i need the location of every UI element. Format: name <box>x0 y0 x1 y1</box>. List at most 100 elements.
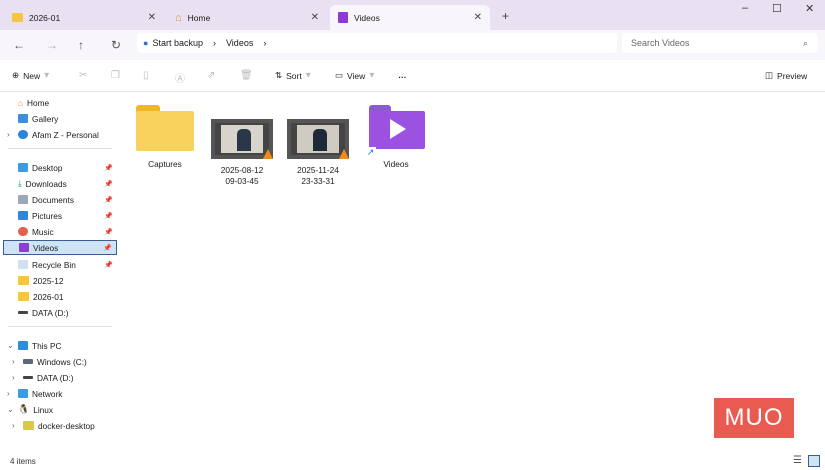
sidebar-item-downloads[interactable]: ⤓ Downloads 📌 <box>3 176 117 191</box>
folder-icon <box>136 103 194 153</box>
sidebar-item-this-pc[interactable]: ⌄ This PC <box>3 338 117 353</box>
up-button[interactable]: ↑ <box>78 38 84 52</box>
file-name: 2025-08-12 09-03-45 <box>220 165 264 186</box>
folder-icon <box>23 421 34 430</box>
label: Linux <box>33 404 54 415</box>
pin-icon: 📌 <box>103 244 112 252</box>
label: Network <box>32 388 63 399</box>
chevron-right-icon[interactable]: › <box>7 130 10 139</box>
sidebar-item-onedrive[interactable]: › Afam Z - Personal <box>3 127 117 142</box>
paste-icon[interactable]: ▯ <box>143 70 149 81</box>
back-button[interactable]: ← <box>13 38 25 52</box>
file-name: 2025-11-24 23-33-31 <box>297 165 339 186</box>
refresh-button[interactable]: ↻ <box>111 38 121 52</box>
chevron-right-icon[interactable]: › <box>263 38 266 48</box>
folder-icon <box>12 13 23 22</box>
sidebar-item-desktop[interactable]: Desktop 📌 <box>3 160 117 175</box>
more-options-button[interactable]: … <box>398 70 407 80</box>
new-tab-button[interactable]: + <box>502 9 509 23</box>
desktop-icon <box>18 163 28 172</box>
sidebar-item-recycle-bin[interactable]: Recycle Bin 📌 <box>3 257 117 272</box>
label: Windows (C:) <box>37 356 87 367</box>
start-backup-link[interactable]: Start backup <box>152 38 203 48</box>
preview-label: Preview <box>777 70 808 81</box>
label: Pictures <box>32 210 62 221</box>
chevron-down-icon[interactable]: ⌄ <box>7 341 14 350</box>
video-thumbnail <box>211 119 273 159</box>
maximize-button[interactable]: ☐ <box>772 2 782 15</box>
close-window-button[interactable]: ✕ <box>805 2 814 15</box>
chevron-right-icon[interactable]: › <box>12 373 15 382</box>
sidebar-item-data-d[interactable]: DATA (D:) <box>3 305 117 320</box>
plus-circle-icon: ⊕ <box>12 70 20 80</box>
sidebar-item-docker-desktop[interactable]: › docker-desktop <box>3 418 117 433</box>
view-label: View <box>347 70 366 81</box>
forward-button[interactable]: → <box>46 38 58 52</box>
file-item-video-2[interactable]: 2025-11-24 23-33-31 <box>283 103 353 187</box>
rename-icon[interactable]: Ⓐ <box>175 70 185 85</box>
linux-icon: 🐧 <box>18 404 30 414</box>
sidebar-item-music[interactable]: Music 📌 <box>3 224 117 239</box>
sidebar-item-home[interactable]: ⌂ Home <box>3 95 117 110</box>
chevron-down-icon[interactable]: ⌄ <box>7 405 14 414</box>
pin-icon: 📌 <box>104 228 113 236</box>
cut-icon[interactable]: ✂ <box>79 70 87 81</box>
tiles-view-button[interactable] <box>808 455 820 467</box>
pin-icon: 📌 <box>104 180 113 188</box>
sidebar-item-network[interactable]: › Network <box>3 386 117 401</box>
pin-icon: 📌 <box>104 196 113 204</box>
label: Gallery <box>32 113 59 124</box>
minimize-button[interactable]: – <box>742 2 748 14</box>
chevron-right-icon[interactable]: › <box>12 357 15 366</box>
new-button[interactable]: ⊕ New ▾ <box>12 70 49 81</box>
delete-icon[interactable]: 🗑 <box>240 70 253 81</box>
sidebar-item-2026-01[interactable]: 2026-01 <box>3 289 117 304</box>
command-bar: ⊕ New ▾ ✂ ❐ ▯ Ⓐ ⇗ 🗑 ⇅ Sort ▾ ▭ View ▾ … ◫ Previ… <box>0 60 825 92</box>
breadcrumb[interactable]: ● Start backup › Videos › <box>137 33 617 53</box>
close-tab-icon[interactable]: ✕ <box>311 12 319 23</box>
tab-home[interactable]: ⌂ Home ✕ <box>167 5 327 30</box>
file-item-video-1[interactable]: 2025-08-12 09-03-45 <box>207 103 277 187</box>
chevron-right-icon[interactable]: › <box>12 421 15 430</box>
label: This PC <box>32 340 62 351</box>
shortcut-arrow-icon: ↗ <box>365 147 376 158</box>
details-view-button[interactable]: ☰ <box>793 455 802 466</box>
sidebar-item-documents[interactable]: Documents 📌 <box>3 192 117 207</box>
file-item-videos-shortcut[interactable]: ↗ Videos <box>361 103 431 170</box>
sort-icon: ⇅ <box>275 70 283 80</box>
tab-label: Videos <box>354 12 380 23</box>
search-placeholder: Search Videos <box>631 38 690 48</box>
label: Afam Z - Personal <box>32 129 99 140</box>
videos-icon <box>338 12 348 23</box>
sort-button[interactable]: ⇅ Sort ▾ <box>275 70 311 81</box>
drive-icon <box>23 376 33 379</box>
preview-pane-icon: ◫ <box>765 70 774 80</box>
label: DATA (D:) <box>37 372 74 383</box>
sidebar-item-pictures[interactable]: Pictures 📌 <box>3 208 117 223</box>
tab-2026-01[interactable]: 2026-01 ✕ <box>4 5 164 30</box>
sidebar-item-videos[interactable]: Videos 📌 <box>3 240 117 255</box>
sidebar-item-2025-12[interactable]: 2025-12 <box>3 273 117 288</box>
close-tab-icon[interactable]: ✕ <box>474 12 482 23</box>
share-icon[interactable]: ⇗ <box>207 70 215 81</box>
sort-label: Sort <box>286 70 302 81</box>
sidebar-item-linux[interactable]: ⌄ 🐧 Linux <box>3 402 117 417</box>
copy-icon[interactable]: ❐ <box>111 70 120 81</box>
preview-button[interactable]: ◫ Preview <box>765 70 807 81</box>
folder-icon <box>18 276 29 285</box>
breadcrumb-videos[interactable]: Videos <box>226 38 253 48</box>
close-tab-icon[interactable]: ✕ <box>148 12 156 23</box>
vlc-icon <box>339 149 349 159</box>
file-item-captures[interactable]: Captures <box>130 103 200 170</box>
pin-icon: 📌 <box>104 212 113 220</box>
sidebar-item-gallery[interactable]: Gallery <box>3 111 117 126</box>
label: Recycle Bin <box>32 259 76 270</box>
sidebar-item-windows-c[interactable]: › Windows (C:) <box>3 354 117 369</box>
view-button[interactable]: ▭ View ▾ <box>335 70 374 81</box>
search-input[interactable]: Search Videos ⌕ <box>622 33 818 53</box>
tab-videos[interactable]: Videos ✕ <box>330 5 490 30</box>
chevron-right-icon[interactable]: › <box>7 389 10 398</box>
new-label: New <box>23 70 41 81</box>
sidebar-item-data-d-pc[interactable]: › DATA (D:) <box>3 370 117 385</box>
network-icon <box>18 389 28 398</box>
